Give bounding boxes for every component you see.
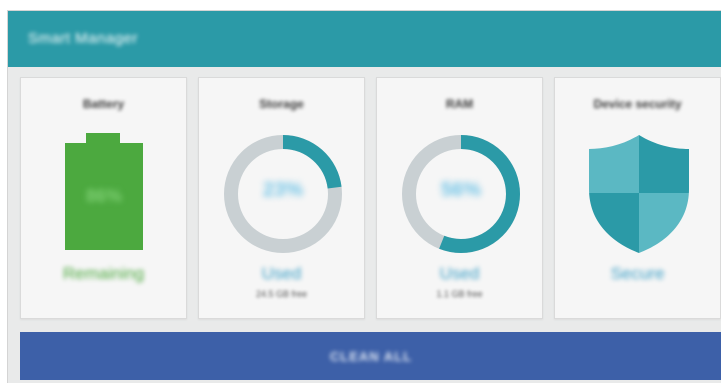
shield-icon [589,135,689,253]
clean-all-button[interactable]: CLEAN ALL [20,332,721,380]
storage-card[interactable]: Storage 23% Used 24.5 GB free [198,77,365,319]
ram-card[interactable]: RAM 56% Used 1.1 GB free [376,77,543,319]
app-title: Smart Manager [28,30,138,47]
storage-free-label: 24.5 GB free [255,289,308,299]
security-card[interactable]: Device security Secure [554,77,721,319]
ram-free-label: 1.1 GB free [436,289,483,299]
battery-card[interactable]: Battery 86% Remaining [20,77,187,319]
storage-percent: 23% [262,179,304,201]
security-status-label: Secure [610,264,665,283]
ram-status-label: Used [439,264,480,283]
ram-card-title: RAM [445,97,474,111]
storage-card-title: Storage [259,97,304,111]
smart-manager-window: Smart Manager Battery 86% Remaining Stor… [7,10,721,383]
storage-status-label: Used [261,264,302,283]
battery-card-title: Battery [82,97,125,111]
battery-percent: 86% [85,186,123,206]
ram-percent: 56% [440,179,482,201]
clean-all-label: CLEAN ALL [329,348,413,364]
security-card-title: Device security [593,97,682,111]
app-header: Smart Manager [8,11,721,67]
battery-status-label: Remaining [62,264,145,283]
